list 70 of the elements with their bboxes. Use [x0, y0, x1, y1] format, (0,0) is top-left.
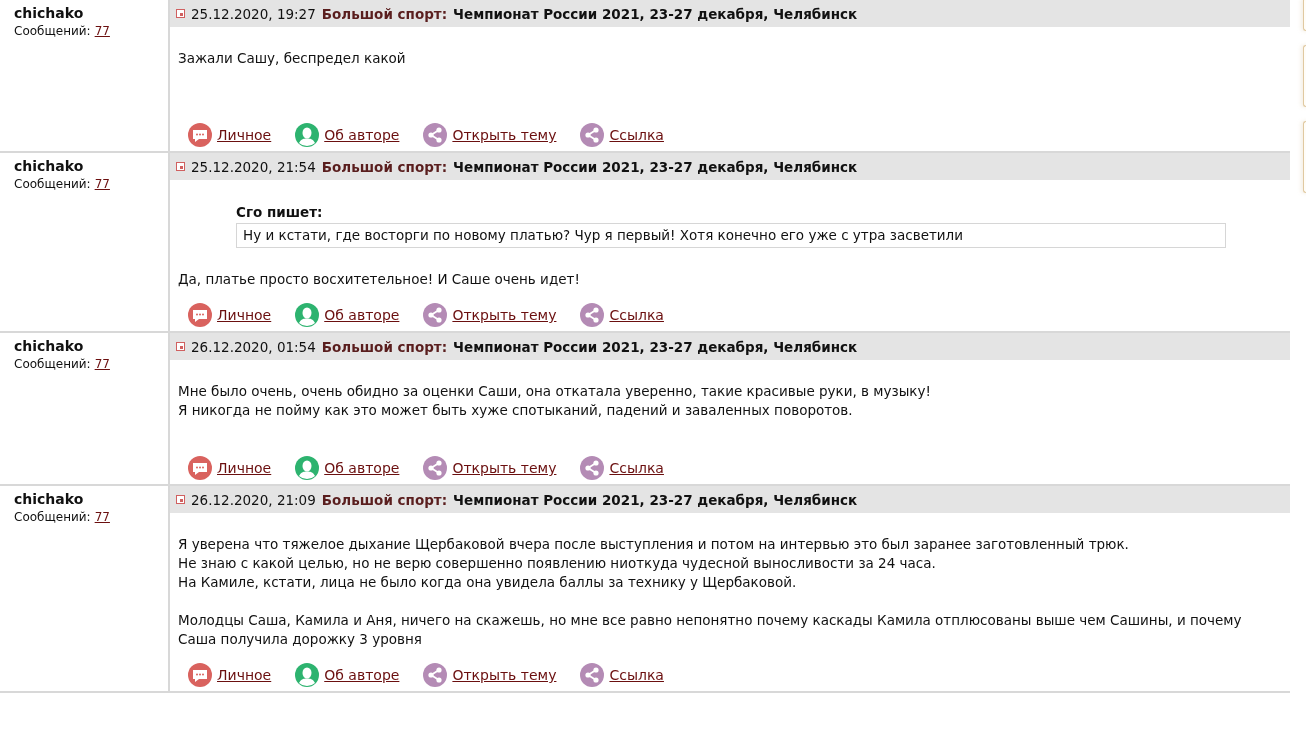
post-date: 25.12.2020, 21:54: [191, 158, 316, 175]
post-date: 26.12.2020, 01:54: [191, 338, 316, 355]
action-link[interactable]: Об авторе: [324, 667, 400, 683]
share-icon: [580, 456, 605, 480]
topic-title: Чемпионат России 2021, 23-27 декабря, Челябинск: [453, 338, 858, 355]
quote-text: Ну и кстати, где восторги по новому платью? Чур я первый! Хотя конечно его уже с утра засветили: [236, 223, 1226, 248]
chat-bubble-icon: [188, 303, 212, 327]
author-name: chichako: [14, 491, 85, 507]
action-link[interactable]: Открыть тему: [452, 307, 557, 323]
action-link[interactable]: Ссылка: [609, 307, 664, 323]
share-icon: [423, 663, 448, 687]
action-link[interactable]: Об авторе: [324, 307, 400, 323]
chat-bubble-icon: [188, 663, 212, 687]
post-link-icon[interactable]: [176, 9, 185, 18]
topic-title: Чемпионат России 2021, 23-27 декабря, Челябинск: [453, 158, 858, 175]
action-link[interactable]: Ссылка: [609, 460, 664, 476]
post-count-label: Сообщений:: [14, 177, 91, 191]
post-text: Молодцы Саша, Камила и Аня, ничего на скажешь, но мне все равно непонятно почему каскады Камила отплюсованы выше чем Сашины, и почему Саша получила дорожку 3 уровня: [178, 611, 1243, 649]
post-count-label: Сообщений:: [14, 24, 91, 38]
post-text: Да, платье просто восхитетельное! И Саше очень идет!: [178, 270, 581, 289]
post-link-icon[interactable]: [176, 342, 185, 351]
share-icon: [580, 663, 605, 687]
post-count-link[interactable]: 77: [94, 24, 110, 38]
share-icon: [580, 303, 605, 327]
post-count-link[interactable]: 77: [94, 357, 110, 371]
author-name: chichako: [14, 158, 85, 174]
post-text: Я уверена что тяжелое дыхание Щербаковой вчера после выступления и потом на интервью это был заранее заготовленный трюк.: [178, 535, 1130, 554]
post-text: Не знаю с какой целью, но не верю совершенно появлению ниоткуда чудесной выносливости за 24 часа.: [178, 554, 937, 573]
person-icon: [295, 123, 320, 147]
topic-title: Чемпионат России 2021, 23-27 декабря, Челябинск: [453, 491, 858, 508]
quote-author: Сго пишет:: [236, 204, 324, 220]
post-count-link[interactable]: 77: [94, 510, 110, 524]
author-name: chichako: [14, 338, 85, 354]
person-icon: [295, 303, 320, 327]
forum-name: Большой спорт:: [321, 5, 448, 22]
post-count-label: Сообщений:: [14, 510, 91, 524]
post-date: 26.12.2020, 21:09: [191, 491, 316, 508]
post-date: 25.12.2020, 19:27: [191, 5, 316, 22]
post-text: Я никогда не пойму как это может быть хуже спотыканий, падений и заваленных поворотов.: [178, 401, 854, 420]
post-count-link[interactable]: 77: [94, 177, 110, 191]
action-link[interactable]: Ссылка: [609, 667, 664, 683]
action-link[interactable]: Личное: [217, 667, 272, 683]
forum-name: Большой спорт:: [321, 491, 448, 508]
person-icon: [295, 456, 320, 480]
action-link[interactable]: Личное: [217, 460, 272, 476]
action-link[interactable]: Открыть тему: [452, 460, 557, 476]
post-text: Мне было очень, очень обидно за оценки Саши, она откатала уверенно, такие красивые руки, в музыку!: [178, 382, 932, 401]
post-text: На Камиле, кстати, лица не было когда она увидела баллы за технику у Щербаковой.: [178, 573, 798, 592]
forum-name: Большой спорт:: [321, 158, 448, 175]
share-icon: [423, 303, 448, 327]
topic-title: Чемпионат России 2021, 23-27 декабря, Челябинск: [453, 5, 858, 22]
post-link-icon[interactable]: [176, 162, 185, 171]
forum-name: Большой спорт:: [321, 338, 448, 355]
share-icon: [423, 123, 448, 147]
share-icon: [580, 123, 605, 147]
action-link[interactable]: Ссылка: [609, 127, 664, 143]
action-link[interactable]: Открыть тему: [452, 127, 557, 143]
share-icon: [423, 456, 448, 480]
action-link[interactable]: Об авторе: [324, 460, 400, 476]
chat-bubble-icon: [188, 123, 212, 147]
action-link[interactable]: Открыть тему: [452, 667, 557, 683]
author-name: chichako: [14, 5, 85, 21]
chat-bubble-icon: [188, 456, 212, 480]
post-link-icon[interactable]: [176, 495, 185, 504]
post-count-label: Сообщений:: [14, 357, 91, 371]
action-link[interactable]: Личное: [217, 127, 272, 143]
action-link[interactable]: Об авторе: [324, 127, 400, 143]
action-link[interactable]: Личное: [217, 307, 272, 323]
post-text: Зажали Сашу, беспредел какой: [178, 49, 407, 68]
person-icon: [295, 663, 320, 687]
